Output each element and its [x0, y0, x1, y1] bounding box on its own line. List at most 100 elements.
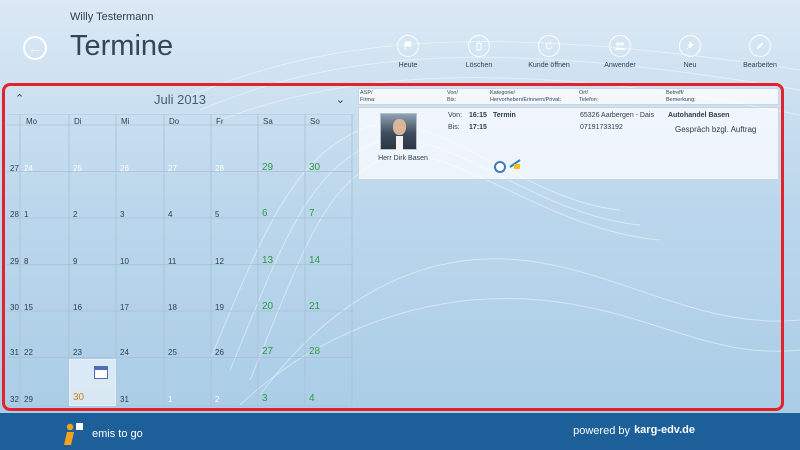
calendar-day[interactable]: 8	[24, 257, 28, 266]
weekday-header: Do	[169, 117, 180, 126]
neu-label: Neu	[683, 62, 697, 69]
calendar-grid	[7, 114, 353, 407]
calendar-day[interactable]: 26	[215, 348, 224, 357]
calendar-day[interactable]: 27	[168, 164, 177, 173]
calendar-day[interactable]: 13	[262, 255, 273, 266]
calendar-day[interactable]: 24	[120, 348, 129, 357]
powered-by-text: powered by	[573, 425, 630, 437]
column-header-betreff: Betreff/Bemerkung:	[666, 90, 696, 103]
calendar-day[interactable]: 16	[73, 303, 82, 312]
end-time: 17:15	[469, 124, 487, 131]
calendar-day[interactable]: 29	[24, 395, 33, 404]
calendar-day[interactable]: 11	[168, 257, 176, 266]
calendar-day[interactable]: 18	[168, 303, 177, 312]
calendar-day[interactable]: 30	[309, 162, 320, 173]
calendar-day[interactable]: 9	[73, 257, 77, 266]
next-month-button[interactable]: ⌄	[336, 93, 345, 106]
week-number: 32	[10, 395, 19, 404]
appointment-list-header: ASP/Firma: Von/Bis: Kategorie/Hervorhebe…	[358, 88, 779, 105]
pin-icon	[679, 35, 701, 57]
contact-name: Herr Dirk Basen	[378, 155, 428, 162]
appointment-phone: 07191733192	[580, 124, 623, 131]
logo-text: emis to go	[92, 428, 143, 440]
appointment-list: ASP/Firma: Von/Bis: Kategorie/Hervorhebe…	[358, 88, 779, 180]
bearbeiten-button[interactable]: Bearbeiten	[730, 35, 790, 69]
calendar-day[interactable]: 26	[120, 164, 129, 173]
month-calendar: ⌃ Juli 2013 ⌄ Mo Di Mi Do Fr Sa So 27 24…	[7, 88, 353, 407]
calendar-day[interactable]: 1	[168, 395, 172, 404]
kunde-oeffnen-button[interactable]: Kunde öffnen	[519, 35, 579, 69]
calendar-day[interactable]: 3	[120, 210, 124, 219]
calendar-day[interactable]: 6	[262, 208, 268, 219]
calendar-day[interactable]: 24	[24, 164, 33, 173]
user-name: Willy Testermann	[70, 11, 154, 23]
week-number: 31	[10, 348, 19, 357]
arrow-left-icon: ←	[28, 40, 42, 56]
weekday-header: Fr	[216, 117, 224, 126]
calendar-day[interactable]: 14	[309, 255, 320, 266]
weekday-header: Di	[74, 117, 82, 126]
anwender-button[interactable]: Anwender	[590, 35, 650, 69]
calendar-day[interactable]: 20	[262, 301, 273, 312]
calendar-day[interactable]: 31	[120, 395, 129, 404]
users-icon	[609, 35, 631, 57]
weekday-header: So	[310, 117, 320, 126]
calendar-day[interactable]: 21	[309, 301, 320, 312]
calendar-day[interactable]: 15	[24, 303, 33, 312]
alarm-clock-icon	[494, 161, 506, 173]
calendar-day[interactable]: 28	[309, 346, 320, 357]
calendar-day[interactable]: 2	[215, 395, 219, 404]
reminder-flag-icon	[509, 159, 521, 169]
calendar-day[interactable]: 17	[120, 303, 129, 312]
back-button[interactable]: ←	[23, 36, 47, 60]
weekday-header: Mi	[121, 117, 130, 126]
calendar-day[interactable]: 29	[262, 162, 273, 173]
column-header-asp: ASP/Firma:	[360, 90, 376, 103]
trash-icon	[468, 35, 490, 57]
column-header-von: Von/Bis:	[447, 90, 459, 103]
calendar-day[interactable]: 23	[73, 348, 82, 357]
loeschen-label: Löschen	[465, 62, 493, 69]
calendar-day[interactable]: 1	[24, 210, 28, 219]
week-number: 29	[10, 257, 19, 266]
calendar-day[interactable]: 27	[262, 346, 273, 357]
flag-icon	[397, 35, 419, 57]
appointment-subject: Gespräch bzgl. Auftrag	[675, 125, 757, 134]
appointment-location: 65326 Aarbergen - Dais	[580, 112, 654, 119]
calendar-day[interactable]: 22	[24, 348, 33, 357]
calendar-header: ⌃ Juli 2013 ⌄	[7, 88, 353, 114]
week-number: 28	[10, 210, 19, 219]
bearbeiten-label: Bearbeiten	[743, 62, 777, 69]
calendar-day[interactable]: 25	[168, 348, 177, 357]
calendar-day[interactable]: 12	[215, 257, 224, 266]
neu-button[interactable]: Neu	[660, 35, 720, 69]
heute-label: Heute	[398, 62, 418, 69]
calendar-day-today[interactable]: 30	[73, 392, 84, 403]
calendar-day[interactable]: 19	[215, 303, 224, 312]
emis-logo-icon	[64, 423, 83, 445]
powered-by-brand: karg-edv.de	[634, 424, 695, 436]
calendar-day[interactable]: 10	[120, 257, 129, 266]
calendar-day[interactable]: 2	[73, 210, 77, 219]
appointment-row[interactable]: Herr Dirk Basen Von: 16:15 Bis: 17:15 Te…	[358, 107, 779, 180]
calendar-day[interactable]: 4	[168, 210, 172, 219]
week-number: 27	[10, 164, 19, 173]
bis-label: Bis:	[448, 124, 460, 131]
calendar-day[interactable]: 7	[309, 208, 315, 219]
pencil-icon	[749, 35, 771, 57]
month-label: Juli 2013	[153, 92, 207, 107]
heute-button[interactable]: Heute	[378, 35, 438, 69]
week-number: 30	[10, 303, 19, 312]
footer-bar: emis to go powered by karg-edv.de	[0, 413, 800, 450]
calendar-day[interactable]: 25	[73, 164, 82, 173]
anwender-label: Anwender	[604, 62, 636, 69]
kunde-oeffnen-label: Kunde öffnen	[528, 62, 570, 69]
calendar-day[interactable]: 5	[215, 210, 219, 219]
calendar-day[interactable]: 28	[215, 164, 224, 173]
start-time: 16:15	[469, 112, 487, 119]
calendar-day[interactable]: 3	[262, 393, 268, 404]
calendar-day[interactable]: 4	[309, 393, 315, 404]
calendar-event-icon	[94, 366, 108, 379]
column-header-kategorie: Kategorie/Hervorheben/Erinnern/Privat:	[490, 90, 562, 103]
loeschen-button[interactable]: Löschen	[449, 35, 509, 69]
